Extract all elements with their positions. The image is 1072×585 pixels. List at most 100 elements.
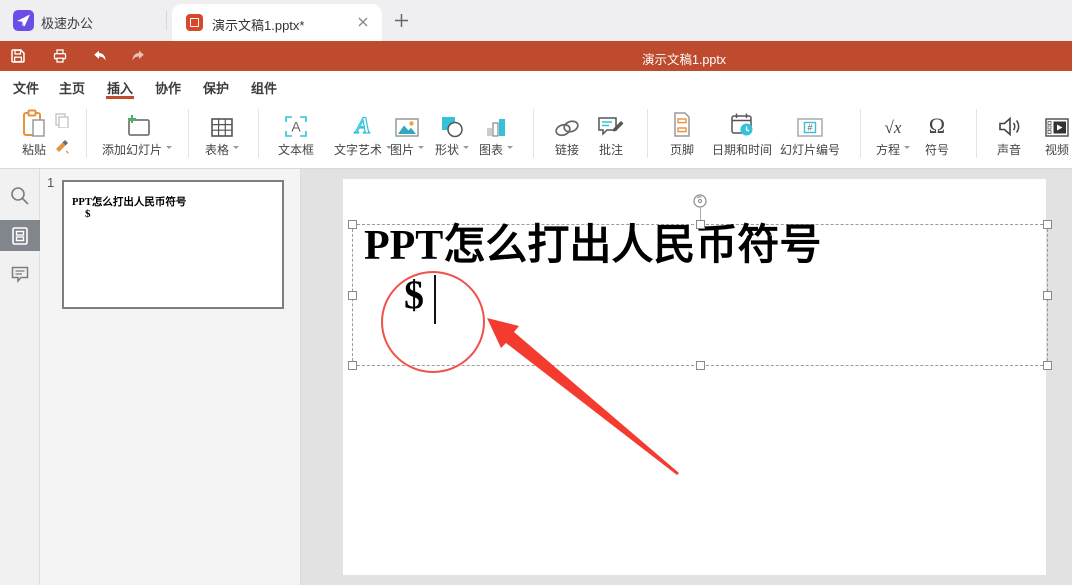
document-tab[interactable]: 演示文稿1.pptx*: [172, 4, 382, 41]
menu-collab[interactable]: 协作: [155, 78, 181, 97]
ribbon-label: 文本框: [277, 143, 315, 157]
slide-thumbnail[interactable]: PPT怎么打出人民币符号 $: [62, 180, 284, 309]
paste-button[interactable]: 粘贴: [21, 108, 47, 158]
ribbon-label: 粘贴: [21, 143, 46, 157]
ribbon-label: 日期和时间: [711, 143, 773, 157]
slide-thumbnails-panel: 1 PPT怎么打出人民币符号 $: [40, 169, 301, 585]
slides-view-button[interactable]: [0, 220, 40, 251]
svg-text:#: #: [807, 123, 812, 133]
format-painter-icon[interactable]: [54, 138, 70, 154]
table-icon: [205, 108, 239, 138]
title-band: 演示文稿1.pptx: [0, 41, 1072, 71]
app-logo-icon[interactable]: [13, 10, 34, 31]
slide-number-icon: #: [780, 108, 840, 138]
group-separator: [188, 109, 189, 158]
word-art-icon: A: [334, 108, 392, 138]
audio-button[interactable]: 声音: [997, 108, 1021, 158]
new-tab-button[interactable]: [394, 13, 409, 28]
symbol-button[interactable]: Ω 符号: [925, 108, 949, 158]
search-icon[interactable]: [10, 186, 30, 206]
svg-text:A: A: [291, 119, 301, 135]
thumbnail-title-text: PPT怎么打出人民币符号: [72, 197, 187, 208]
video-icon: [1044, 108, 1070, 138]
tab-divider: [166, 11, 167, 30]
menu-protect[interactable]: 保护: [203, 78, 229, 97]
ribbon-label: 文字艺术: [333, 143, 383, 157]
group-separator: [647, 109, 648, 158]
group-separator: [258, 109, 259, 158]
equation-button[interactable]: √x 方程: [875, 108, 911, 158]
dropdown-caret-icon: [418, 146, 425, 152]
dropdown-caret-icon: [463, 146, 470, 152]
app-name[interactable]: 极速办公: [41, 13, 93, 32]
slide-surface[interactable]: PPT怎么打出人民币符号 $: [343, 179, 1052, 575]
link-button[interactable]: 链接: [553, 108, 581, 158]
paste-clipboard-icon: [21, 108, 47, 138]
annotation-arrow: [487, 318, 679, 475]
rocket-icon: [17, 14, 30, 27]
picture-button[interactable]: 图片: [389, 108, 425, 158]
editing-canvas: PPT怎么打出人民币符号 $: [301, 169, 1072, 585]
dropdown-caret-icon: [904, 146, 911, 152]
comment-button[interactable]: 批注: [597, 108, 625, 158]
ribbon-label: 图片: [389, 143, 415, 157]
chart-icon: [479, 108, 513, 138]
ribbon-label: 图表: [478, 143, 504, 157]
word-art-button[interactable]: A 文字艺术: [333, 108, 393, 158]
undo-icon[interactable]: [91, 48, 107, 64]
group-separator: [533, 109, 534, 158]
print-icon[interactable]: [52, 48, 68, 64]
ribbon-label: 页脚: [669, 143, 695, 157]
group-separator: [976, 109, 977, 158]
dropdown-caret-icon: [233, 146, 240, 152]
ribbon-label: 视频: [1044, 143, 1069, 157]
svg-text:√x: √x: [885, 118, 902, 137]
shapes-button[interactable]: 形状: [435, 108, 470, 158]
date-time-icon: [712, 108, 772, 138]
menu-insert[interactable]: 插入: [107, 78, 133, 97]
ribbon-label: 链接: [554, 143, 579, 157]
left-rail: [0, 169, 40, 585]
link-icon: [553, 108, 581, 138]
text-box-icon: A: [278, 108, 314, 138]
symbol-icon: Ω: [925, 108, 949, 138]
ribbon-label: 批注: [598, 143, 623, 157]
speaker-icon: [997, 108, 1021, 138]
menu-widgets[interactable]: 组件: [251, 78, 277, 97]
footer-icon: [670, 108, 694, 138]
menu-file[interactable]: 文件: [13, 78, 39, 97]
document-tab-title: 演示文稿1.pptx*: [212, 18, 305, 33]
group-separator: [860, 109, 861, 158]
thumbnail-symbol-text: $: [85, 208, 91, 220]
add-slide-button[interactable]: 添加幻灯片: [101, 108, 173, 158]
copy-icon[interactable]: [54, 112, 70, 128]
equation-icon: √x: [876, 108, 910, 138]
browser-tab-bar: 极速办公 演示文稿1.pptx*: [0, 0, 1072, 41]
date-time-button[interactable]: 日期和时间: [712, 108, 772, 158]
dropdown-caret-icon: [166, 146, 173, 152]
ribbon-label: 声音: [996, 143, 1022, 157]
text-box-button[interactable]: A 文本框: [278, 108, 314, 158]
footer-button[interactable]: 页脚: [670, 108, 694, 158]
active-menu-underline: [106, 96, 134, 99]
menu-home[interactable]: 主页: [59, 78, 85, 97]
document-title: 演示文稿1.pptx: [642, 53, 727, 67]
chart-button[interactable]: 图表: [478, 108, 514, 158]
ribbon-label: 幻灯片编号: [779, 143, 841, 157]
ribbon-label: 添加幻灯片: [101, 143, 163, 157]
comment-icon: [597, 108, 625, 138]
comments-panel-icon[interactable]: [10, 264, 30, 284]
close-tab-icon[interactable]: [356, 15, 370, 29]
ribbon-label: 方程: [875, 143, 901, 157]
table-button[interactable]: 表格: [205, 108, 240, 158]
menu-bar: 文件 主页 插入 协作 保护 组件: [0, 71, 1072, 100]
save-icon[interactable]: [10, 48, 26, 64]
slide-number-button[interactable]: # 幻灯片编号: [780, 108, 840, 158]
presentation-file-icon: [186, 14, 203, 31]
ribbon-label: 符号: [924, 143, 950, 157]
svg-text:A: A: [353, 113, 370, 138]
add-slide-icon: [102, 108, 172, 138]
redo-icon[interactable]: [131, 48, 147, 64]
slide-number-label: 1: [47, 175, 55, 190]
video-button[interactable]: 视频: [1044, 108, 1070, 158]
